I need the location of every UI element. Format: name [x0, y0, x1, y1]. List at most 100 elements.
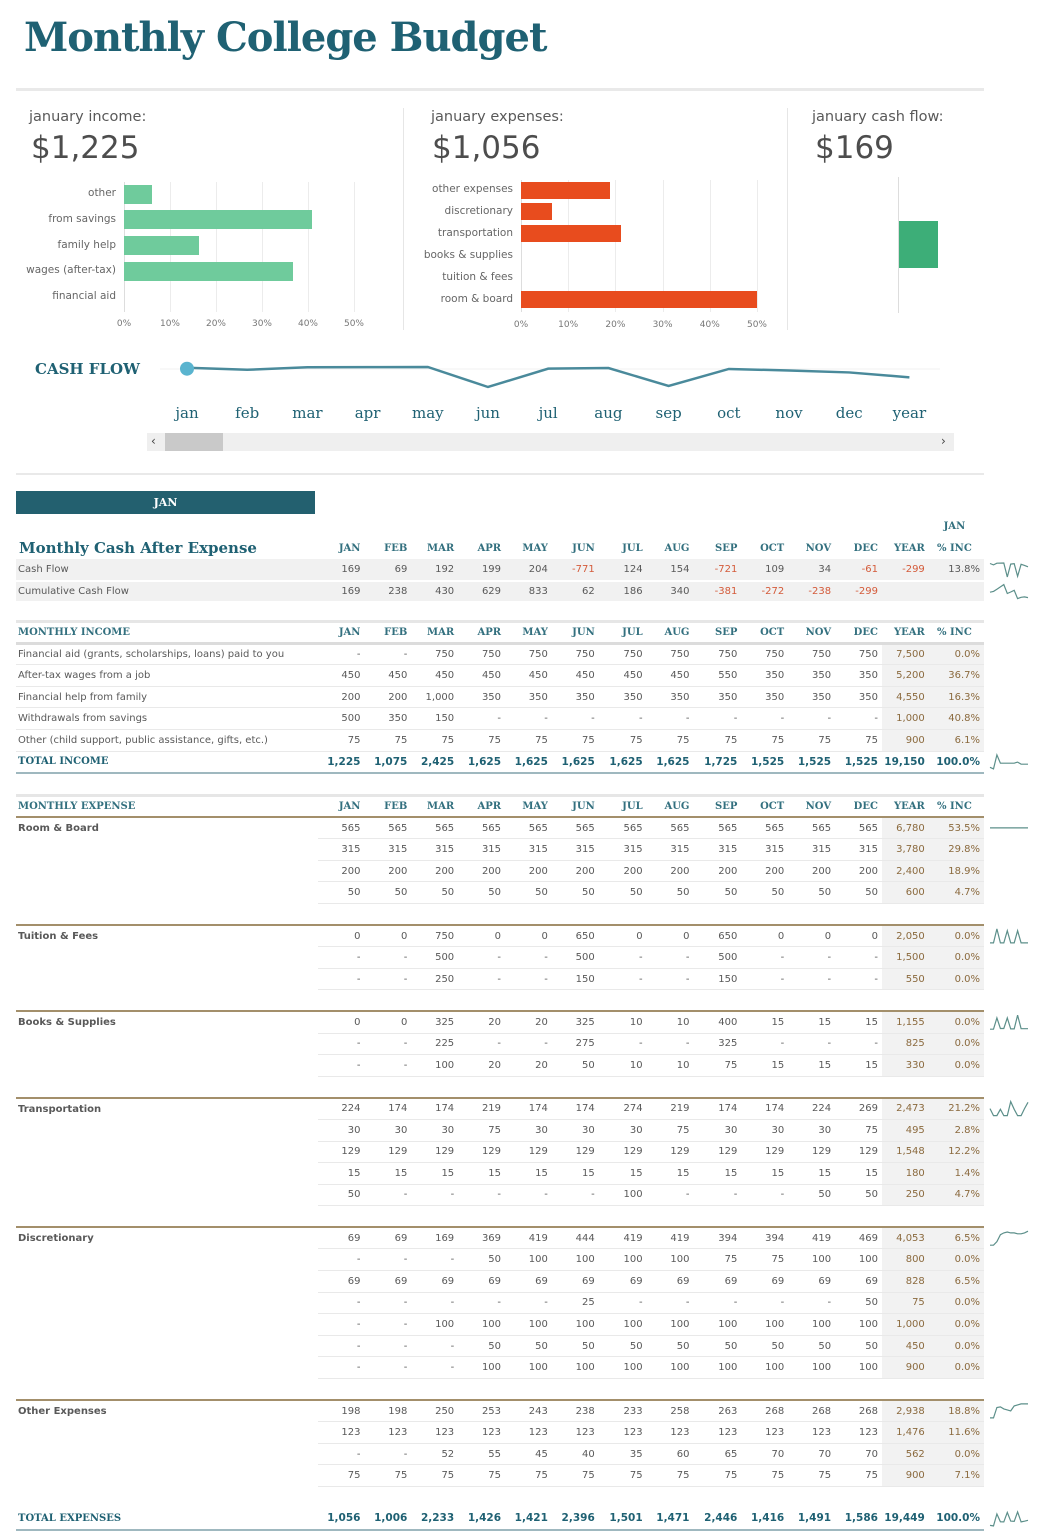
scrollbar-thumb[interactable]	[165, 433, 223, 451]
month-header: MAR	[411, 795, 459, 819]
pct-inc: 0.0%	[928, 1010, 984, 1034]
cell-value: 253	[458, 1399, 506, 1423]
month-header: MAY	[522, 542, 548, 554]
scroll-left-icon[interactable]: ‹	[151, 434, 156, 448]
cell-value: -	[364, 1443, 412, 1466]
cell-value: 750	[551, 643, 599, 666]
year-total: 900	[881, 1356, 929, 1380]
sparkline	[990, 1230, 1029, 1246]
cell-value: 444	[551, 1226, 599, 1250]
month-label-may[interactable]: may	[403, 404, 453, 422]
category-row: Discretionary 69 69 169 369 419 444 419 419 394 39…	[16, 1226, 984, 1250]
total-label: TOTAL INCOME	[16, 751, 318, 774]
tick-label: 0%	[513, 320, 529, 330]
total-value: 1,625	[551, 751, 599, 774]
cell-value: -	[835, 946, 882, 969]
month-label-jun[interactable]: jun	[463, 404, 513, 422]
cell-value: 75	[598, 1464, 647, 1487]
month-label-apr[interactable]: apr	[343, 404, 393, 422]
cell-value: 315	[505, 838, 552, 861]
pct-inc: 0.0%	[928, 1335, 984, 1358]
cell-value: 450	[646, 664, 694, 687]
cell-value: 75	[835, 729, 882, 752]
pct-inc: 29.8%	[928, 838, 984, 861]
total-value: 1,625	[598, 751, 647, 774]
year-header: YEAR	[893, 542, 925, 554]
cell-value: 10	[646, 1054, 694, 1077]
month-label-oct[interactable]: oct	[704, 404, 754, 422]
cell-value: 75	[646, 1119, 694, 1142]
cell-value: 750	[646, 643, 694, 666]
inc-month-header: JAN	[943, 521, 966, 533]
spacer	[16, 990, 984, 1012]
cell-value: -	[317, 1313, 365, 1336]
cell-value: 69	[317, 1270, 365, 1293]
cell-value: 50	[317, 881, 365, 904]
row-label: After-tax wages from a job	[16, 664, 318, 687]
cell-value: -	[788, 968, 836, 991]
cell-value: 100	[741, 1356, 789, 1380]
spacer	[16, 1379, 984, 1401]
pct-inc: 13.8%	[928, 559, 984, 581]
cell-value: 15	[693, 1162, 742, 1185]
month-label-mar[interactable]: mar	[282, 404, 332, 422]
cell-value: -	[505, 1292, 552, 1315]
bar	[521, 291, 757, 308]
cell-value: 325	[693, 1033, 742, 1056]
cell-value: 50	[693, 881, 742, 904]
cell-value: 100	[788, 1313, 836, 1336]
year-total: 562	[881, 1443, 929, 1466]
cell-value: -	[551, 1184, 599, 1207]
month-scrollbar[interactable]	[147, 433, 954, 451]
month-label-feb[interactable]: feb	[222, 404, 272, 422]
cell-value: 0	[364, 1010, 412, 1034]
selected-month-tab[interactable]: JAN	[16, 491, 315, 514]
month-label-sep[interactable]: sep	[644, 404, 694, 422]
cell-value: 750	[693, 643, 742, 666]
month-header: JAN	[338, 542, 361, 554]
month-label-dec[interactable]: dec	[824, 404, 874, 422]
month-label-year[interactable]: year	[884, 404, 934, 422]
category-label: financial aid	[52, 290, 116, 303]
cell-value: 25	[551, 1292, 599, 1315]
selected-point-marker[interactable]	[180, 361, 194, 376]
cell-value: 52	[411, 1443, 459, 1466]
month-label-jan[interactable]: jan	[162, 404, 212, 422]
year-total: 1,476	[881, 1421, 929, 1444]
scroll-right-icon[interactable]: ›	[941, 434, 946, 448]
cell-value: -	[411, 1184, 459, 1207]
cell-value: 174	[551, 1096, 599, 1120]
bar	[899, 221, 938, 268]
cell-value: 315	[835, 838, 882, 861]
pct-inc: 0.0%	[928, 968, 984, 991]
cell-value: 750	[458, 643, 506, 666]
cell-value: 219	[458, 1096, 506, 1120]
pct-inc: 6.5%	[928, 1270, 984, 1293]
cell-value: 350	[551, 686, 599, 709]
cell-value: 263	[693, 1399, 742, 1423]
cashflow-kpi-label: january cash flow:	[812, 109, 944, 125]
cell-value: 315	[741, 838, 789, 861]
month-label-jul[interactable]: jul	[523, 404, 573, 422]
cell-value: 565	[693, 817, 742, 840]
cell-value: 350	[458, 686, 506, 709]
category-label: Room & Board	[18, 822, 99, 834]
cell-value: 15	[598, 1162, 647, 1185]
category-label: Transportation	[16, 1096, 318, 1120]
pct-inc: 11.6%	[928, 1421, 984, 1444]
income-kpi-label: january income:	[29, 109, 147, 125]
cell-value: 100	[551, 1356, 599, 1380]
month-label-aug[interactable]: aug	[583, 404, 633, 422]
month-header: SEP	[693, 621, 742, 645]
expense-table: MONTHLY EXPENSE JAN FEB MAR APR MAY JUN JUL AUG S…	[16, 794, 984, 1531]
cell-value: 315	[788, 838, 836, 861]
cell-value: 200	[835, 860, 882, 883]
cell-value: 60	[646, 1443, 694, 1466]
total-value: 2,396	[551, 1508, 599, 1531]
cell-value: 75	[317, 729, 365, 752]
cell-value: 169	[317, 559, 365, 581]
cell-value: -	[458, 968, 506, 991]
cell-value: -	[317, 1248, 365, 1272]
row-label	[16, 1292, 318, 1314]
month-label-nov[interactable]: nov	[764, 404, 814, 422]
